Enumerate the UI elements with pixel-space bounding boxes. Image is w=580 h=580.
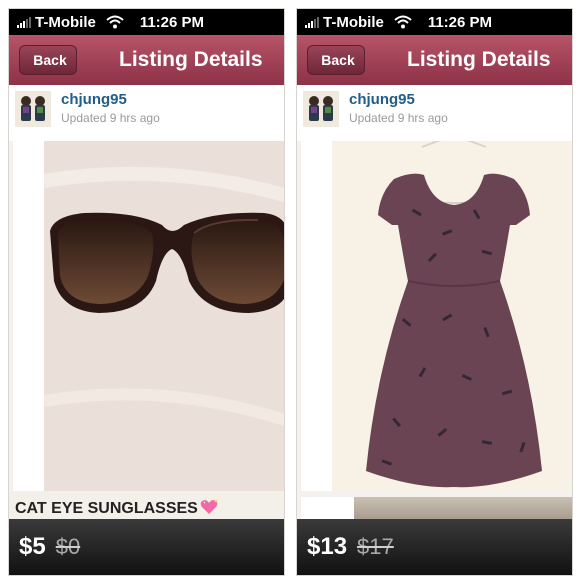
status-bar: T-Mobile 11:26 PM xyxy=(9,9,284,35)
listing-screen-dress: T-Mobile 11:26 PM Back Listing Details c… xyxy=(296,8,573,576)
page-title: Listing Details xyxy=(407,48,551,71)
price-bar: $5 $0 xyxy=(9,519,284,575)
seller-row[interactable]: chjung95 Updated 9 hrs ago xyxy=(297,85,572,141)
avatar[interactable] xyxy=(15,91,51,127)
original-price: $0 xyxy=(55,534,81,559)
next-photo-preview[interactable] xyxy=(301,497,572,519)
listing-title-bar: CAT EYE SUNGLASSES xyxy=(9,491,284,519)
seller-row[interactable]: chjung95 Updated 9 hrs ago xyxy=(9,85,284,141)
original-price: $17 xyxy=(357,534,394,559)
sparkling-heart-icon xyxy=(200,499,218,514)
avatar[interactable] xyxy=(303,91,339,127)
signal-strength-icon xyxy=(305,16,319,28)
wifi-icon xyxy=(106,15,124,29)
carrier-name: T-Mobile xyxy=(35,13,96,31)
clock: 11:26 PM xyxy=(139,13,205,31)
back-button[interactable]: Back xyxy=(307,45,365,75)
status-bar: T-Mobile 11:26 PM xyxy=(297,9,572,35)
listing-photo[interactable] xyxy=(44,141,284,491)
listing-title: CAT EYE SUNGLASSES xyxy=(15,499,218,518)
seller-username[interactable]: chjung95 xyxy=(349,91,415,108)
listing-photo-frame xyxy=(301,141,572,491)
listing-photo[interactable] xyxy=(332,141,572,491)
back-button[interactable]: Back xyxy=(19,45,77,75)
carrier-name: T-Mobile xyxy=(323,13,384,31)
listing-screen-sunglasses: T-Mobile 11:26 PM Back Listing Details c… xyxy=(8,8,285,576)
updated-timestamp: Updated 9 hrs ago xyxy=(349,111,448,125)
page-title: Listing Details xyxy=(119,48,263,71)
nav-bar: Back Listing Details xyxy=(297,35,572,86)
nav-bar: Back Listing Details xyxy=(9,35,284,86)
listing-photo-frame xyxy=(13,141,284,491)
clock: 11:26 PM xyxy=(427,13,493,31)
updated-timestamp: Updated 9 hrs ago xyxy=(61,111,160,125)
price: $5 xyxy=(19,533,46,560)
price-bar: $13 $17 xyxy=(297,519,572,575)
signal-strength-icon xyxy=(17,16,31,28)
seller-username[interactable]: chjung95 xyxy=(61,91,127,108)
wifi-icon xyxy=(394,15,412,29)
price: $13 xyxy=(307,533,348,560)
